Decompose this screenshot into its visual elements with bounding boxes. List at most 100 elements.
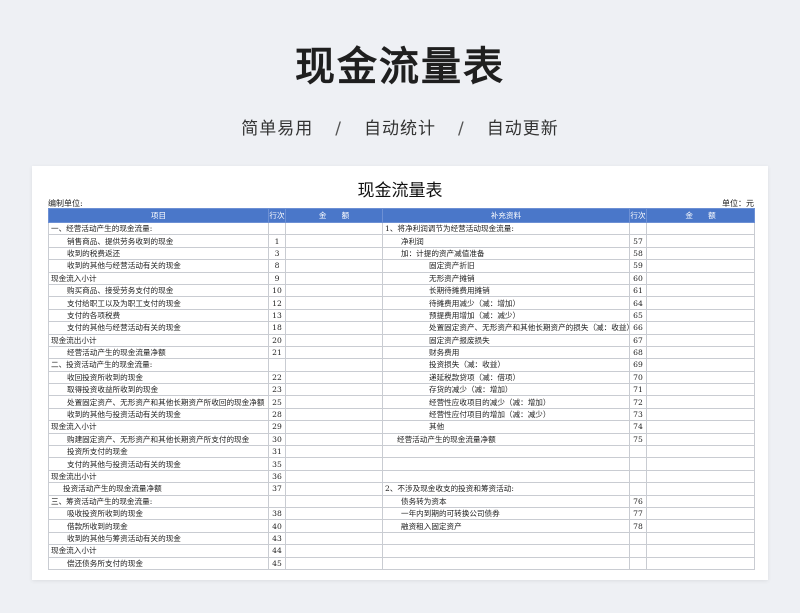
cell-amount[interactable] <box>285 271 383 285</box>
cell-amount[interactable] <box>285 283 383 298</box>
cell-line-no[interactable] <box>268 494 286 509</box>
cell-amount[interactable] <box>646 544 755 558</box>
cell-supplement[interactable]: 净利润 <box>382 234 630 248</box>
cell-amount[interactable] <box>646 296 755 310</box>
cell-supplement[interactable]: 固定资产报废损失 <box>382 333 630 347</box>
cell-amount[interactable] <box>285 457 383 471</box>
cell-amount[interactable] <box>285 383 383 397</box>
cell-supplement[interactable]: 固定资产折旧 <box>382 259 630 273</box>
cell-line-no[interactable]: 37 <box>268 482 286 496</box>
cell-amount[interactable] <box>285 395 383 409</box>
cell-item[interactable]: 购买商品、接受劳务支付的现金 <box>48 283 269 298</box>
cell-line-no[interactable]: 64 <box>629 296 647 310</box>
cell-line-no[interactable]: 18 <box>268 321 286 335</box>
cell-amount[interactable] <box>646 234 755 248</box>
cell-supplement[interactable] <box>382 531 630 546</box>
cell-line-no[interactable]: 73 <box>629 407 647 422</box>
cell-line-no[interactable]: 43 <box>268 531 286 546</box>
cell-amount[interactable] <box>285 296 383 310</box>
cell-item[interactable]: 取得投资收益所收到的现金 <box>48 383 269 397</box>
cell-amount[interactable] <box>285 407 383 422</box>
cell-item[interactable]: 现金流出小计 <box>48 333 269 347</box>
cell-amount[interactable] <box>646 395 755 409</box>
cell-line-no[interactable]: 44 <box>268 544 286 558</box>
cell-amount[interactable] <box>285 469 383 484</box>
cell-item[interactable]: 现金流入小计 <box>48 544 269 558</box>
cell-line-no[interactable]: 59 <box>629 259 647 273</box>
cell-amount[interactable] <box>285 544 383 558</box>
cell-supplement[interactable]: 经营性应付项目的增加（减：减少） <box>382 407 630 422</box>
cell-line-no[interactable]: 22 <box>268 370 286 385</box>
cell-line-no[interactable]: 75 <box>629 432 647 447</box>
cell-line-no[interactable] <box>629 482 647 496</box>
cell-line-no[interactable]: 35 <box>268 457 286 471</box>
cell-amount[interactable] <box>646 271 755 285</box>
cell-line-no[interactable]: 72 <box>629 395 647 409</box>
cell-line-no[interactable]: 30 <box>268 432 286 447</box>
cell-supplement[interactable] <box>382 556 630 570</box>
cell-supplement[interactable]: 处置固定资产、无形资产和其他长期资产的损失（减：收益） <box>382 321 630 335</box>
cell-amount[interactable] <box>285 259 383 273</box>
cell-supplement[interactable]: 预提费用增加（减：减少） <box>382 308 630 323</box>
cell-amount[interactable] <box>646 321 755 335</box>
cell-amount[interactable] <box>285 445 383 459</box>
cell-line-no[interactable]: 40 <box>268 519 286 533</box>
cell-item[interactable]: 投资所支付的现金 <box>48 445 269 459</box>
cell-line-no[interactable]: 25 <box>268 395 286 409</box>
cell-line-no[interactable]: 13 <box>268 308 286 323</box>
cell-line-no[interactable] <box>268 358 286 372</box>
cell-line-no[interactable]: 78 <box>629 519 647 533</box>
cell-amount[interactable] <box>646 345 755 360</box>
cell-amount[interactable] <box>646 246 755 261</box>
cell-supplement[interactable]: 待摊费用减少（减：增加） <box>382 296 630 310</box>
cell-supplement[interactable]: 债务转为资本 <box>382 494 630 509</box>
cell-item[interactable]: 二、投资活动产生的现金流量: <box>48 358 269 372</box>
cell-amount[interactable] <box>646 556 755 570</box>
cell-item[interactable]: 支付的其他与经营活动有关的现金 <box>48 321 269 335</box>
cell-supplement[interactable]: 1、将净利润调节为经营活动现金流量: <box>382 221 630 236</box>
cell-supplement[interactable] <box>382 544 630 558</box>
cell-line-no[interactable] <box>629 556 647 570</box>
cell-amount[interactable] <box>646 519 755 533</box>
cell-amount[interactable] <box>646 457 755 471</box>
cell-item[interactable]: 收到的其他与筹资活动有关的现金 <box>48 531 269 546</box>
cell-line-no[interactable] <box>629 544 647 558</box>
cell-line-no[interactable]: 36 <box>268 469 286 484</box>
cell-supplement[interactable]: 长期待摊费用摊销 <box>382 283 630 298</box>
cell-supplement[interactable]: 经营性应收项目的减少（减：增加） <box>382 395 630 409</box>
cell-line-no[interactable]: 61 <box>629 283 647 298</box>
cell-amount[interactable] <box>285 234 383 248</box>
cell-line-no[interactable] <box>629 457 647 471</box>
cell-amount[interactable] <box>646 506 755 521</box>
cell-item[interactable]: 经营活动产生的现金流量净额 <box>48 345 269 360</box>
cell-line-no[interactable]: 68 <box>629 345 647 360</box>
cell-item[interactable]: 处置固定资产、无形资产和其他长期资产所收回的现金净额 <box>48 395 269 409</box>
cell-item[interactable]: 支付的其他与投资活动有关的现金 <box>48 457 269 471</box>
cell-line-no[interactable]: 60 <box>629 271 647 285</box>
cell-amount[interactable] <box>646 407 755 422</box>
cell-item[interactable]: 销售商品、提供劳务收到的现金 <box>48 234 269 248</box>
cell-amount[interactable] <box>285 321 383 335</box>
cell-amount[interactable] <box>646 420 755 434</box>
cell-line-no[interactable]: 45 <box>268 556 286 570</box>
cell-line-no[interactable] <box>629 445 647 459</box>
cell-amount[interactable] <box>646 494 755 509</box>
cell-amount[interactable] <box>285 333 383 347</box>
cell-supplement[interactable] <box>382 469 630 484</box>
cell-amount[interactable] <box>285 370 383 385</box>
cell-amount[interactable] <box>285 345 383 360</box>
cell-amount[interactable] <box>646 445 755 459</box>
cell-amount[interactable] <box>285 506 383 521</box>
cell-supplement[interactable]: 融资租入固定资产 <box>382 519 630 533</box>
cell-line-no[interactable]: 20 <box>268 333 286 347</box>
cell-supplement[interactable] <box>382 457 630 471</box>
cell-item[interactable]: 现金流入小计 <box>48 271 269 285</box>
cell-line-no[interactable]: 71 <box>629 383 647 397</box>
cell-amount[interactable] <box>646 469 755 484</box>
cell-line-no[interactable]: 31 <box>268 445 286 459</box>
cell-supplement[interactable]: 存货的减少（减：增加） <box>382 383 630 397</box>
cell-supplement[interactable]: 其他 <box>382 420 630 434</box>
cell-line-no[interactable]: 29 <box>268 420 286 434</box>
cell-supplement[interactable]: 递延税款贷项（减：借项） <box>382 370 630 385</box>
cell-line-no[interactable] <box>629 469 647 484</box>
